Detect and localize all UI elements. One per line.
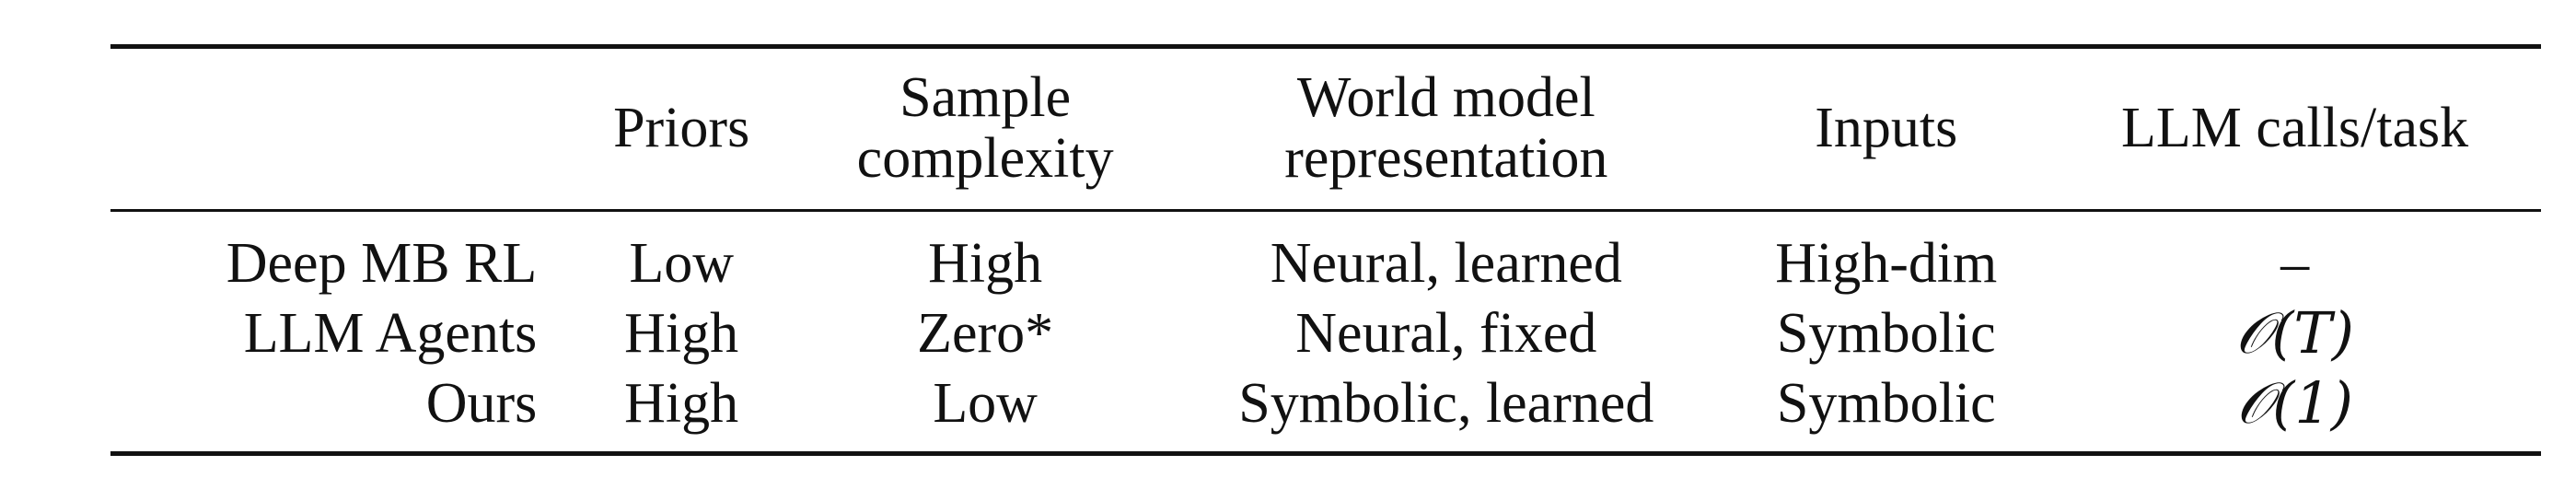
cell-priors: Low	[629, 232, 734, 295]
cell-priors: High	[624, 372, 739, 435]
header-cell-sample-complexity: Sample complexity	[802, 49, 1168, 209]
comparison-table: Priors Sample complexity World model rep…	[110, 44, 2541, 456]
header-priors-label: Priors	[613, 97, 750, 159]
cell-llm-calls: 𝒪(1)	[2236, 369, 2353, 437]
header-inputs-label: Inputs	[1815, 97, 1958, 159]
bottom-rule	[110, 451, 2541, 456]
cell-sample-complexity: High	[928, 232, 1043, 295]
table-body-grid: Deep MB RL Low High Neural, learned High…	[110, 212, 2541, 451]
table-body: Deep MB RL Low High Neural, learned High…	[110, 212, 2541, 451]
row-method: Ours	[425, 372, 538, 435]
header-sample-complexity-line-1: Sample	[899, 66, 1072, 129]
header-cell-world-model: World model representation	[1168, 49, 1723, 209]
row-method: LLM Agents	[243, 302, 538, 365]
header-world-model-line-2: representation	[1284, 127, 1608, 190]
header-cell-empty	[110, 49, 561, 209]
table-row: Deep MB RL Low High Neural, learned High…	[110, 212, 2541, 298]
cell-priors: High	[624, 302, 739, 365]
table-row: Ours High Low Symbolic, learned Symbolic…	[110, 368, 2541, 451]
header-row: Priors Sample complexity World model rep…	[110, 49, 2541, 209]
cell-llm-calls: 𝒪(T)	[2235, 299, 2354, 367]
table-header: Priors Sample complexity World model rep…	[110, 49, 2541, 209]
header-world-model-line-1: World model	[1296, 66, 1595, 129]
cell-inputs: Symbolic	[1776, 302, 1996, 365]
cell-world-model: Neural, fixed	[1295, 302, 1597, 365]
row-method: Deep MB RL	[226, 232, 538, 295]
header-sample-complexity-line-2: complexity	[856, 127, 1114, 190]
header-cell-priors: Priors	[561, 49, 802, 209]
cell-inputs: Symbolic	[1776, 372, 1996, 435]
cell-sample-complexity: Low	[933, 372, 1038, 435]
cell-world-model: Neural, learned	[1270, 232, 1622, 295]
header-cell-inputs: Inputs	[1723, 49, 2048, 209]
table-row: LLM Agents High Zero* Neural, fixed Symb…	[110, 298, 2541, 368]
header-cell-llm-calls: LLM calls/task	[2048, 49, 2541, 209]
cell-world-model: Symbolic, learned	[1238, 372, 1654, 435]
cell-llm-calls: –	[2280, 232, 2310, 295]
cell-inputs: High-dim	[1775, 232, 1998, 295]
cell-sample-complexity: Zero*	[917, 302, 1054, 365]
header-llm-calls-label: LLM calls/task	[2121, 97, 2469, 159]
table-grid: Priors Sample complexity World model rep…	[110, 49, 2541, 209]
